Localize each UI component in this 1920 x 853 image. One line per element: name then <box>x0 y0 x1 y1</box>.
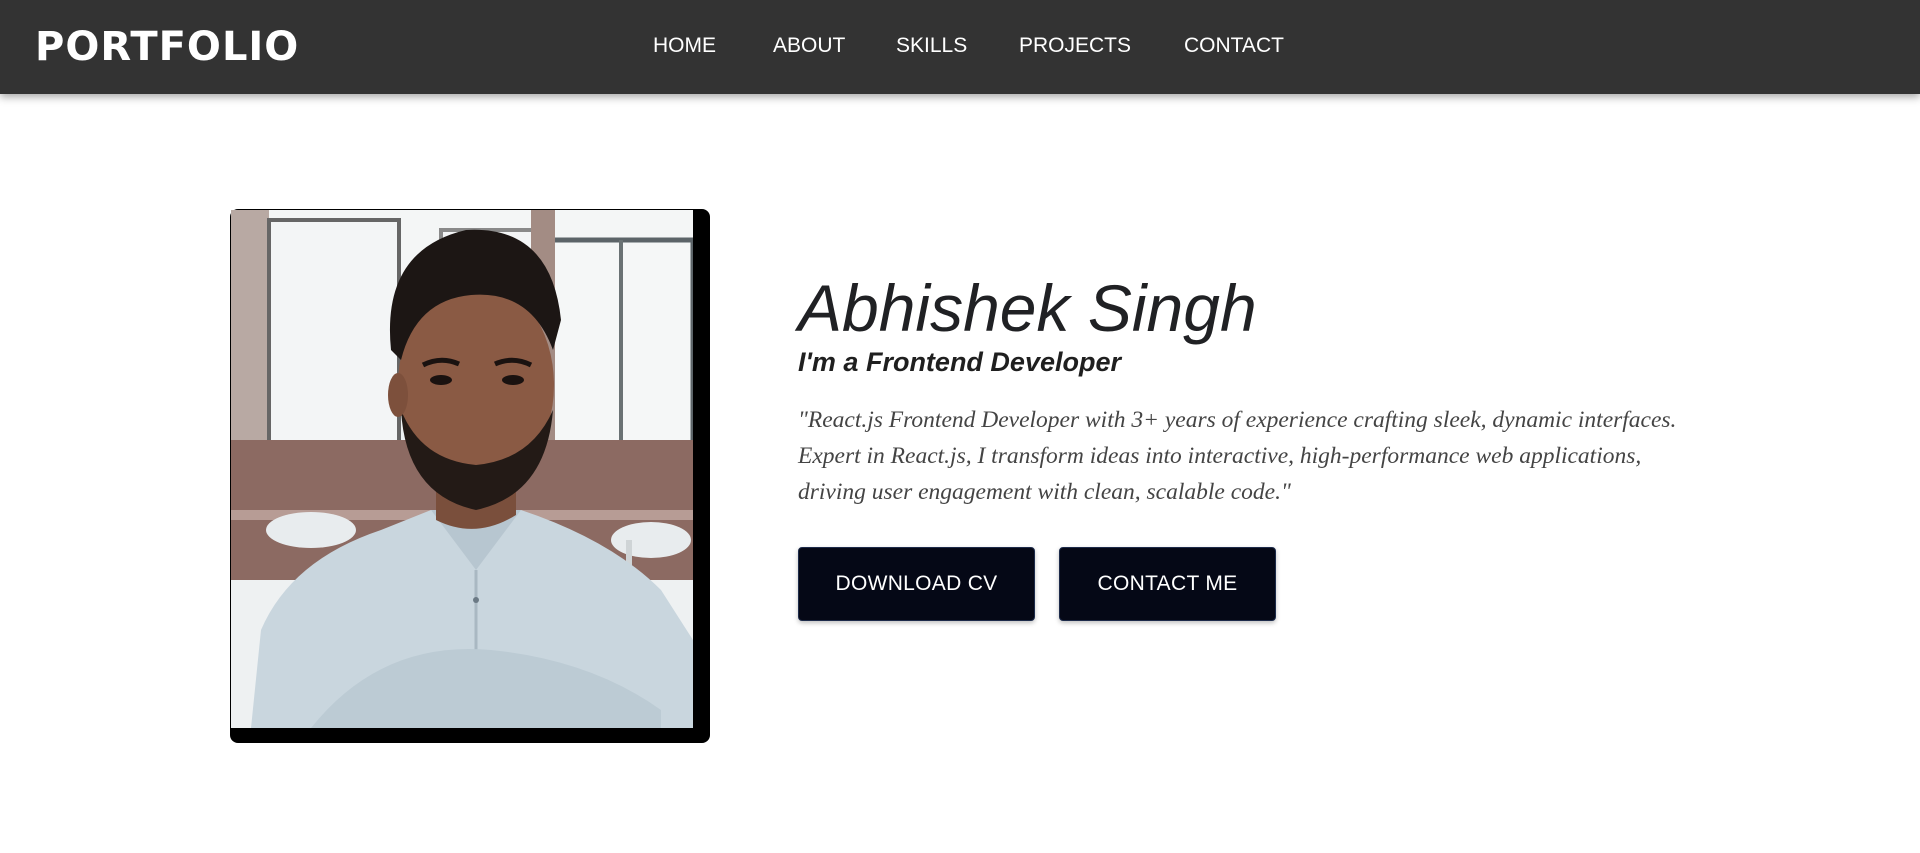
hero-role: I'm a Frontend Developer <box>798 347 1121 377</box>
navbar: PORTFOLIO HOME ABOUT SKILLS PROJECTS CON… <box>0 0 1920 94</box>
nav-link-skills[interactable]: SKILLS <box>896 34 967 58</box>
download-cv-button[interactable]: DOWNLOAD CV <box>798 547 1035 621</box>
hero-name: Abhishek Singh <box>798 271 1257 345</box>
nav-link-contact[interactable]: CONTACT <box>1184 34 1284 58</box>
nav-menu: HOME ABOUT SKILLS PROJECTS CONTACT <box>0 34 1920 58</box>
hero-bio: "React.js Frontend Developer with 3+ yea… <box>798 407 1677 505</box>
nav-link-home[interactable]: HOME <box>653 34 716 58</box>
profile-photo <box>231 210 693 728</box>
nav-link-about[interactable]: ABOUT <box>773 34 845 58</box>
nav-link-projects[interactable]: PROJECTS <box>1019 34 1131 58</box>
contact-me-button[interactable]: CONTACT ME <box>1059 547 1276 621</box>
